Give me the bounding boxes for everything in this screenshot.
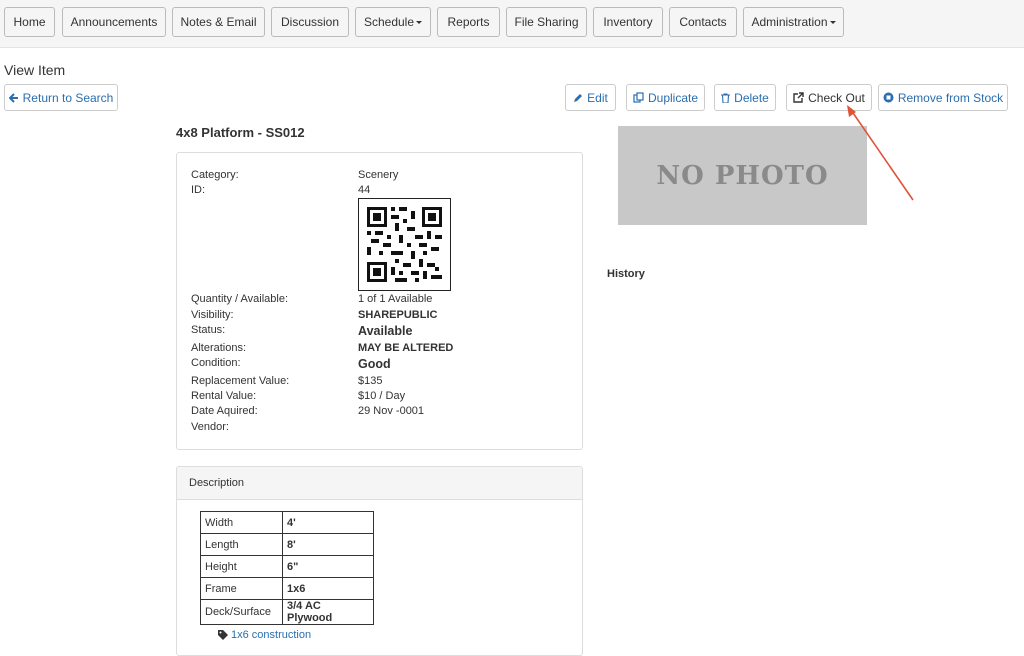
field-label-condition: Condition: bbox=[191, 357, 241, 369]
nav-administration-dropdown[interactable]: Administration bbox=[743, 7, 844, 37]
duplicate-button[interactable]: Duplicate bbox=[626, 84, 705, 111]
field-value-category: Scenery bbox=[358, 169, 399, 181]
field-label-visibility: Visibility: bbox=[191, 309, 234, 321]
external-link-icon bbox=[793, 92, 804, 103]
caret-down-icon bbox=[829, 20, 836, 24]
table-cell-key: Deck/Surface bbox=[200, 599, 283, 625]
nav-label: Inventory bbox=[603, 15, 653, 29]
nav-home[interactable]: Home bbox=[4, 7, 55, 37]
button-label: Remove from Stock bbox=[897, 90, 1004, 105]
field-label-alterations: Alterations: bbox=[191, 342, 247, 354]
button-label: Delete bbox=[734, 90, 769, 105]
nav-label: Announcements bbox=[70, 15, 158, 29]
table-cell-value: 4' bbox=[282, 511, 374, 534]
table-row: Height 6" bbox=[200, 555, 374, 578]
trash-icon bbox=[721, 92, 731, 103]
field-value-id: 44 bbox=[358, 184, 371, 196]
remove-from-stock-button[interactable]: Remove from Stock bbox=[878, 84, 1008, 111]
nav-inventory[interactable]: Inventory bbox=[593, 7, 663, 37]
nav-contacts[interactable]: Contacts bbox=[669, 7, 737, 37]
table-cell-value: 8' bbox=[282, 533, 374, 556]
field-value-alterations: MAY BE ALTERED bbox=[358, 342, 454, 354]
table-cell-value: 3/4 AC Plywood bbox=[282, 599, 374, 625]
description-heading: Description bbox=[177, 467, 582, 500]
arrow-left-icon bbox=[8, 92, 18, 103]
field-label-date-acquired: Date Aquired: bbox=[191, 405, 258, 417]
field-value-condition: Good bbox=[358, 357, 391, 371]
nav-label: Home bbox=[13, 15, 46, 29]
field-value-quantity: 1 of 1 Available bbox=[358, 293, 433, 305]
delete-button[interactable]: Delete bbox=[714, 84, 776, 111]
table-cell-key: Length bbox=[200, 533, 283, 556]
button-label: Check Out bbox=[808, 90, 865, 105]
table-row: Length 8' bbox=[200, 533, 374, 556]
button-label: Duplicate bbox=[647, 90, 699, 105]
check-out-button[interactable]: Check Out bbox=[786, 84, 872, 111]
field-value-visibility: SHAREPUBLIC bbox=[358, 309, 438, 321]
nav-label: File Sharing bbox=[514, 15, 579, 29]
nav-reports[interactable]: Reports bbox=[437, 7, 500, 37]
table-row: Width 4' bbox=[200, 511, 374, 534]
stop-circle-icon bbox=[883, 92, 894, 103]
nav-discussion[interactable]: Discussion bbox=[271, 7, 349, 37]
field-label-id: ID: bbox=[191, 184, 206, 196]
dimensions-table: Width 4' Length 8' Height 6" Frame 1x6 Deck/… bbox=[200, 511, 374, 625]
field-value-date-acquired: 29 Nov -0001 bbox=[358, 405, 425, 417]
no-photo-placeholder: NO PHOTO bbox=[618, 126, 867, 225]
nav-label: Contacts bbox=[679, 15, 727, 29]
table-row: Deck/Surface 3/4 AC Plywood bbox=[200, 599, 374, 625]
edit-button[interactable]: Edit bbox=[565, 84, 616, 111]
field-label-rental-value: Rental Value: bbox=[191, 390, 257, 402]
field-value-rental-value: $10 / Day bbox=[358, 390, 406, 402]
no-photo-text: NO PHOTO bbox=[656, 160, 829, 191]
nav-announcements[interactable]: Announcements bbox=[62, 7, 166, 37]
button-label: Edit bbox=[587, 90, 608, 105]
qr-code bbox=[358, 198, 451, 291]
page-title: View Item bbox=[4, 62, 66, 78]
caret-down-icon bbox=[416, 20, 423, 24]
field-label-status: Status: bbox=[191, 324, 226, 336]
field-label-quantity: Quantity / Available: bbox=[191, 293, 289, 305]
nav-label: Reports bbox=[447, 15, 490, 29]
table-cell-value: 1x6 bbox=[282, 577, 374, 600]
table-row: Frame 1x6 bbox=[200, 577, 374, 600]
history-heading: History bbox=[607, 268, 645, 280]
tag-link[interactable]: 1x6 construction bbox=[218, 629, 311, 641]
tag-icon bbox=[218, 630, 228, 640]
tag-label: 1x6 construction bbox=[231, 629, 312, 641]
table-cell-key: Height bbox=[200, 555, 283, 578]
button-label: Return to Search bbox=[22, 90, 114, 105]
table-cell-key: Width bbox=[200, 511, 283, 534]
nav-label: Discussion bbox=[280, 15, 340, 29]
nav-file-sharing[interactable]: File Sharing bbox=[506, 7, 587, 37]
field-label-category: Category: bbox=[191, 169, 239, 181]
field-value-replacement-value: $135 bbox=[358, 375, 383, 387]
copy-icon bbox=[633, 92, 644, 103]
nav-schedule-dropdown[interactable]: Schedule bbox=[355, 7, 431, 37]
nav-notes-email[interactable]: Notes & Email bbox=[172, 7, 265, 37]
return-to-search-button[interactable]: Return to Search bbox=[4, 84, 118, 111]
top-navigation: Home Announcements Notes & Email Discuss… bbox=[0, 0, 1024, 48]
nav-label: Schedule bbox=[363, 15, 415, 29]
table-cell-value: 6" bbox=[282, 555, 374, 578]
qr-code-icon bbox=[367, 207, 442, 282]
item-title: 4x8 Platform - SS012 bbox=[176, 125, 305, 140]
field-label-vendor: Vendor: bbox=[191, 421, 229, 433]
field-value-status: Available bbox=[358, 324, 413, 338]
table-cell-key: Frame bbox=[200, 577, 283, 600]
field-label-replacement-value: Replacement Value: bbox=[191, 375, 290, 387]
pencil-icon bbox=[574, 93, 583, 102]
nav-label: Notes & Email bbox=[180, 15, 257, 29]
nav-label: Administration bbox=[751, 15, 828, 29]
